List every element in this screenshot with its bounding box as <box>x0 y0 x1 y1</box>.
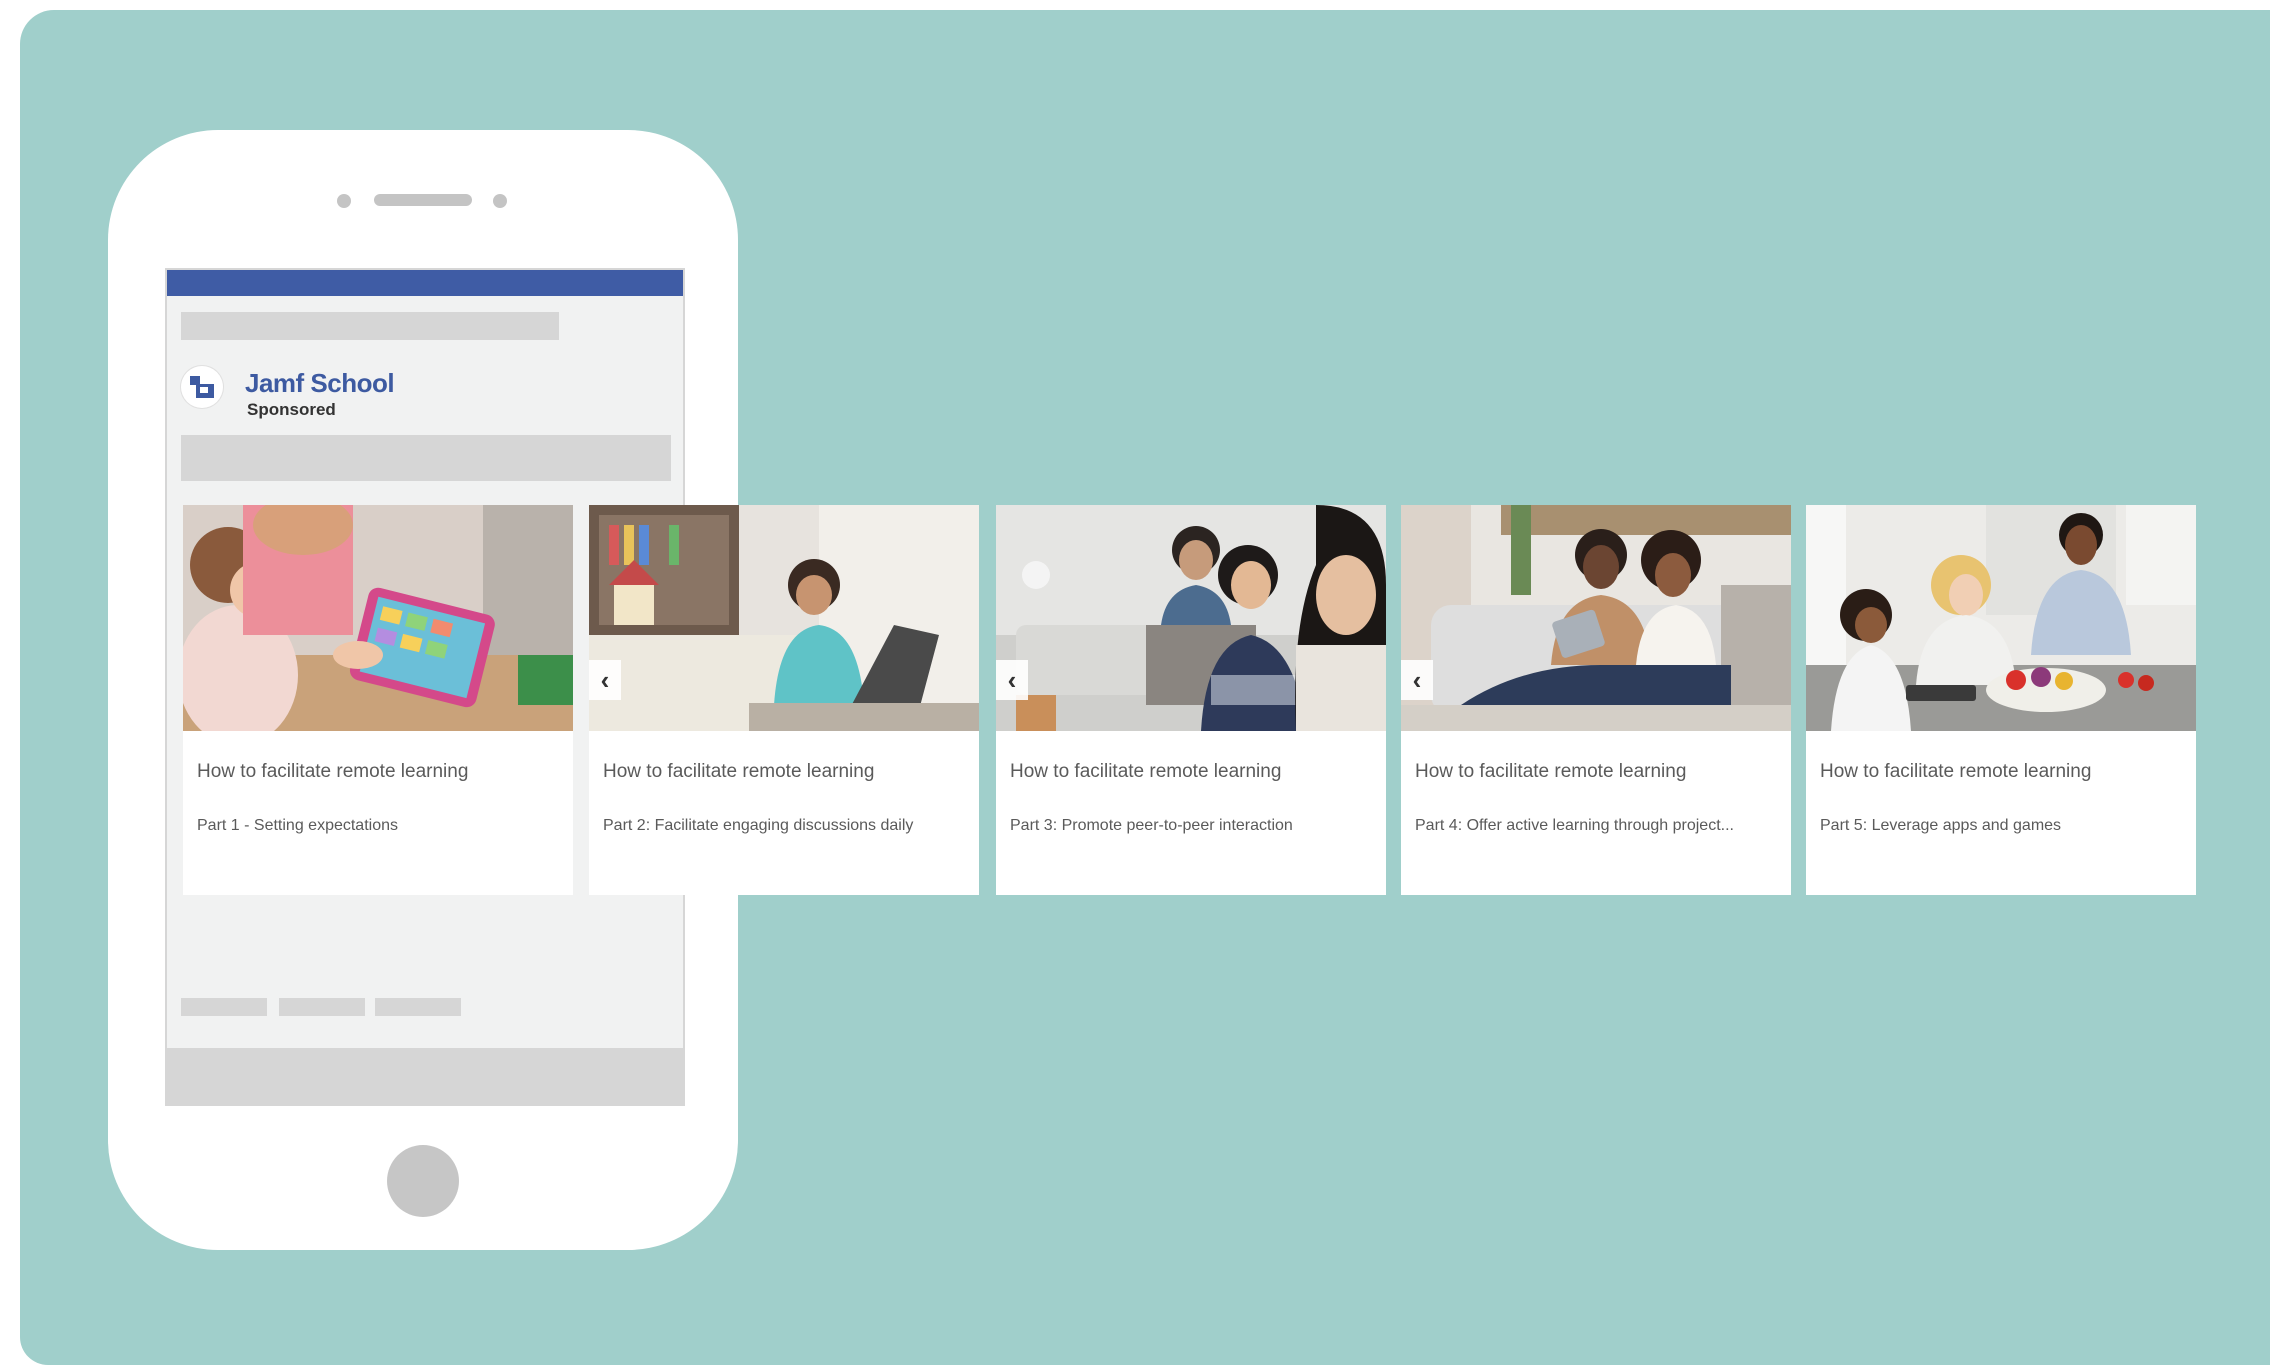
action-placeholder <box>279 998 365 1016</box>
home-button <box>387 1145 459 1217</box>
action-placeholder <box>181 998 267 1016</box>
camera-dot <box>337 194 351 208</box>
card-image: ‹ <box>996 505 1386 731</box>
carousel-card-1[interactable]: How to facilitate remote learning Part 1… <box>183 505 573 895</box>
chevron-left-icon[interactable]: ‹ <box>589 660 621 700</box>
card-subtitle: Part 4: Offer active learning through pr… <box>1415 817 1734 834</box>
parent-and-child-with-tablet-image <box>1401 505 1791 731</box>
speaker-grille <box>374 194 472 206</box>
chevron-left-icon[interactable]: ‹ <box>1401 660 1433 700</box>
teacher-with-child-image <box>183 505 573 731</box>
carousel-card-2[interactable]: ‹ How to facilitate remote learning Part… <box>589 505 979 895</box>
girl-on-laptop-image <box>589 505 979 731</box>
advertiser-avatar[interactable] <box>181 366 223 408</box>
family-on-couch-image <box>996 505 1386 731</box>
sponsored-label: Sponsored <box>247 400 336 419</box>
advertiser-name[interactable]: Jamf School <box>245 368 395 399</box>
card-subtitle: Part 1 - Setting expectations <box>197 817 398 834</box>
facebook-header-bar <box>167 270 683 296</box>
carousel-card-3[interactable]: ‹ How to facilitate remote learning Part… <box>996 505 1386 895</box>
card-image <box>183 505 573 731</box>
carousel-card-4[interactable]: ‹ How to facilitate remote learning Part… <box>1401 505 1791 895</box>
card-image: ‹ <box>1401 505 1791 731</box>
carousel-card-5[interactable]: How to facilitate remote learning Part 5… <box>1806 505 2196 895</box>
card-subtitle: Part 5: Leverage apps and games <box>1820 817 2062 834</box>
bottom-placeholder-bar <box>167 1048 683 1104</box>
card-title: How to facilitate remote learning <box>1415 761 1687 782</box>
sensor-dot <box>493 194 507 208</box>
card-image <box>1806 505 2196 731</box>
family-in-kitchen-image <box>1806 505 2196 731</box>
card-image: ‹ <box>589 505 979 731</box>
card-subtitle: Part 2: Facilitate engaging discussions … <box>603 817 914 834</box>
chevron-left-icon[interactable]: ‹ <box>996 660 1028 700</box>
jamf-logo-icon <box>190 376 214 398</box>
action-placeholder <box>375 998 461 1016</box>
card-title: How to facilitate remote learning <box>197 761 469 782</box>
placeholder-line <box>181 312 559 340</box>
card-subtitle: Part 3: Promote peer-to-peer interaction <box>1010 817 1293 834</box>
card-title: How to facilitate remote learning <box>1010 761 1282 782</box>
card-title: How to facilitate remote learning <box>1820 761 2092 782</box>
card-title: How to facilitate remote learning <box>603 761 875 782</box>
placeholder-text-block <box>181 435 671 481</box>
